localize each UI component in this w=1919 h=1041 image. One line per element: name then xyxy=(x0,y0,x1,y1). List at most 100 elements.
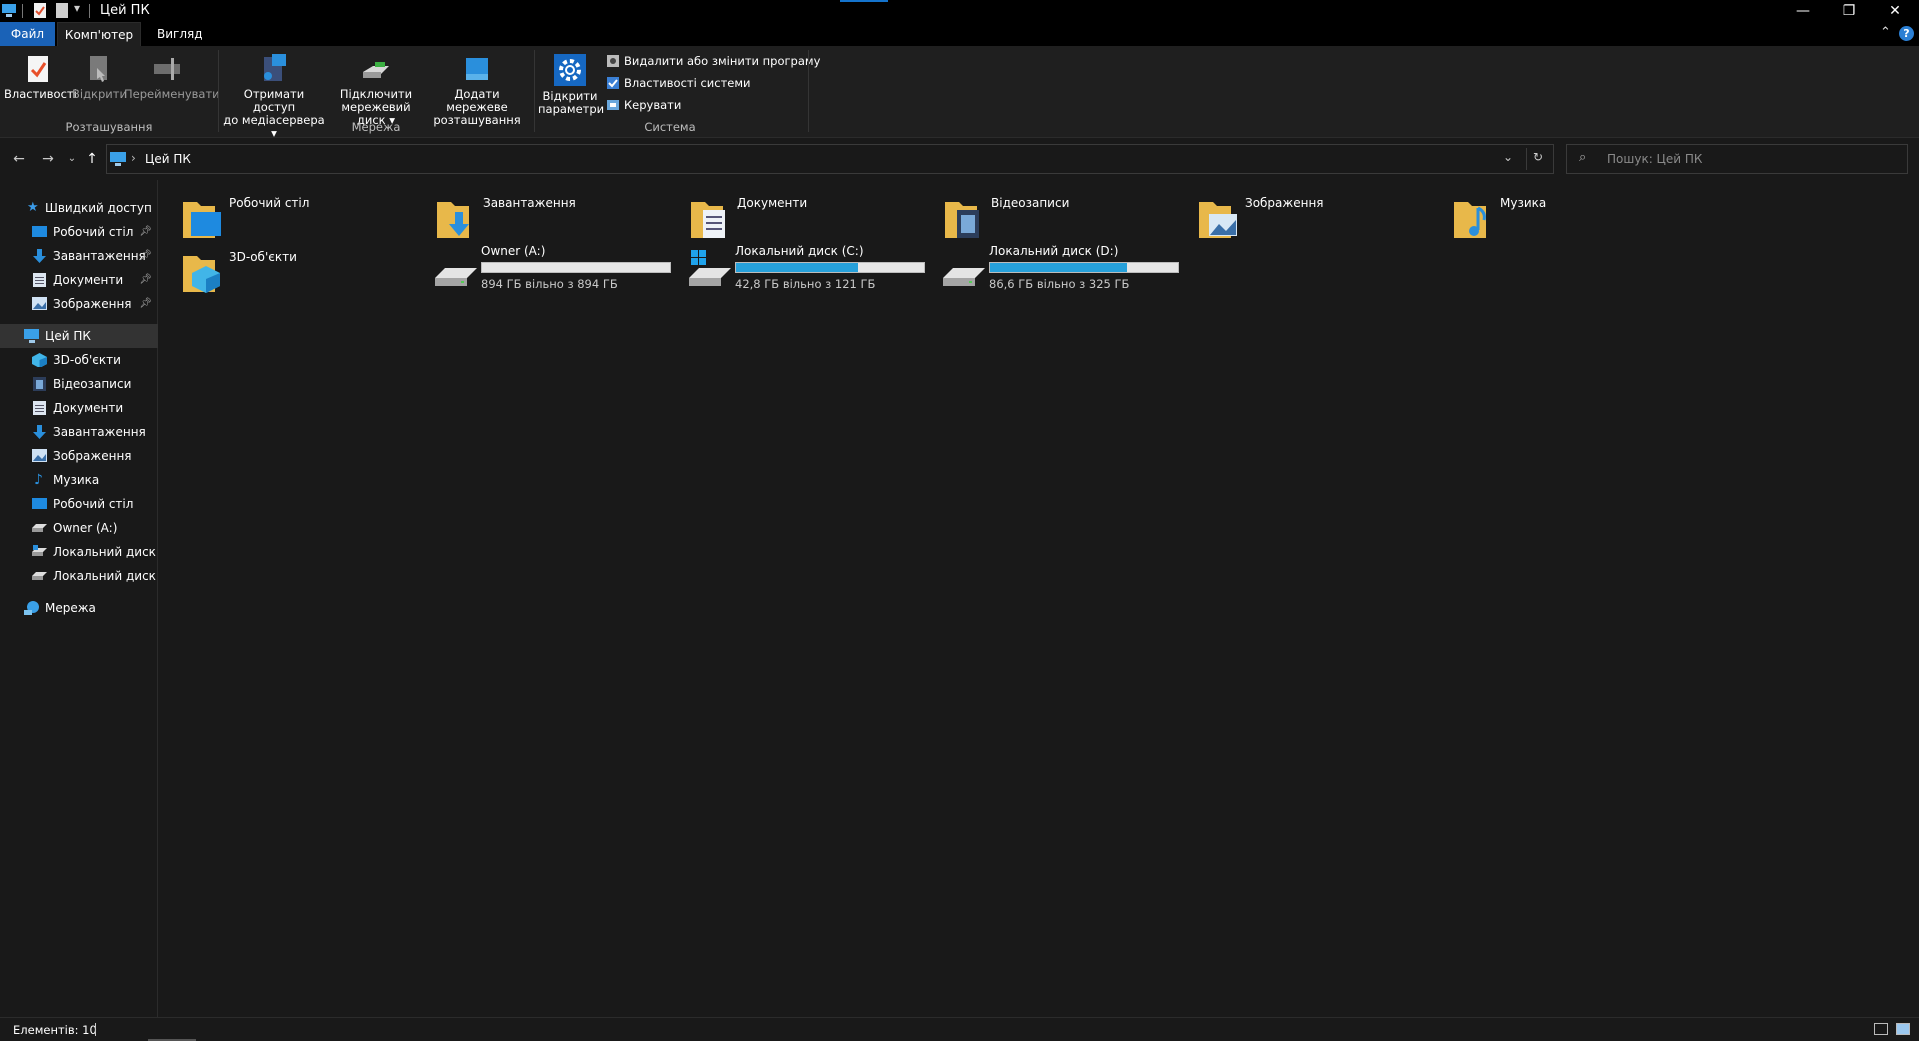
nav-pc-music[interactable]: ♪ Музика xyxy=(0,468,158,492)
open-icon xyxy=(90,56,107,82)
new-folder-quick-icon[interactable] xyxy=(56,3,70,18)
network-drive-icon xyxy=(363,62,389,78)
item-count: Елементів: 10 xyxy=(13,1023,97,1037)
rename-button[interactable]: Перейменувати xyxy=(124,54,220,101)
add-network-location-button[interactable]: Додати мережеве розташування xyxy=(426,54,528,127)
help-icon[interactable]: ? xyxy=(1899,26,1914,41)
pictures-folder-icon xyxy=(1199,202,1237,238)
drive-tile-d[interactable]: Локальний диск (D:) 86,6 ГБ вільно з 325… xyxy=(943,244,1187,294)
forward-arrow-icon[interactable]: → xyxy=(40,151,56,167)
rename-icon xyxy=(154,58,180,80)
folder-label: Документи xyxy=(737,196,808,210)
breadcrumb-this-pc[interactable]: Цей ПК xyxy=(145,152,191,166)
system-properties-command[interactable]: Властивості системи xyxy=(606,74,751,92)
manage-label: Керувати xyxy=(624,98,682,112)
drive-usage-bar xyxy=(735,262,925,273)
drive-icon xyxy=(32,524,47,532)
details-view-icon[interactable] xyxy=(1874,1023,1888,1035)
large-icons-view-icon[interactable] xyxy=(1896,1023,1910,1035)
3d-objects-icon xyxy=(32,353,47,367)
tab-view[interactable]: Вигляд xyxy=(145,22,215,46)
folder-tile-music[interactable]: Музика xyxy=(1454,190,1694,240)
drive-icon xyxy=(943,268,985,286)
open-label: Відкрити xyxy=(72,87,127,101)
pin-icon: 📌︎ xyxy=(139,226,152,237)
nav-pc-drive-c[interactable]: Локальний диск (C xyxy=(0,540,158,564)
nav-label: 3D-об'єкти xyxy=(53,353,121,367)
nav-quick-pictures[interactable]: Зображення 📌︎ xyxy=(0,292,158,316)
this-pc-icon xyxy=(24,329,39,343)
nav-label: Документи xyxy=(53,401,124,415)
nav-pc-videos[interactable]: Відеозаписи xyxy=(0,372,158,396)
navigation-pane: ★ Швидкий доступ Робочий стіл 📌︎ Заванта… xyxy=(0,180,158,1017)
qa-separator xyxy=(22,4,23,18)
rename-label: Перейменувати xyxy=(124,87,220,101)
close-button[interactable]: ✕ xyxy=(1872,0,1918,22)
customize-quick-access[interactable]: ▾ xyxy=(74,1,80,15)
nav-this-pc[interactable]: Цей ПК xyxy=(0,324,158,348)
nav-label: Зображення xyxy=(53,297,132,311)
folder-label: Робочий стіл xyxy=(229,196,310,210)
nav-pc-pictures[interactable]: Зображення xyxy=(0,444,158,468)
nav-label: Зображення xyxy=(53,449,132,463)
address-dropdown-icon[interactable]: ⌄ xyxy=(1503,150,1513,164)
properties-quick-icon[interactable] xyxy=(34,3,48,18)
nav-quick-desktop[interactable]: Робочий стіл 📌︎ xyxy=(0,220,158,244)
properties-button[interactable]: Властивості xyxy=(4,54,77,101)
drive-free-space: 86,6 ГБ вільно з 325 ГБ xyxy=(989,277,1130,291)
address-bar[interactable]: › Цей ПК ⌄ ↻ xyxy=(106,144,1554,174)
restore-button[interactable]: ❐ xyxy=(1826,0,1872,22)
nav-quick-access[interactable]: ★ Швидкий доступ xyxy=(0,196,158,220)
folder-tile-pictures[interactable]: Зображення xyxy=(1199,190,1439,240)
drive-free-space: 894 ГБ вільно з 894 ГБ xyxy=(481,277,618,291)
nav-pc-desktop[interactable]: Робочий стіл xyxy=(0,492,158,516)
tab-file[interactable]: Файл xyxy=(0,22,55,46)
manage-command[interactable]: Керувати xyxy=(606,96,681,114)
nav-pc-drive-d[interactable]: Локальний диск (D xyxy=(0,564,158,588)
nav-pc-documents[interactable]: Документи xyxy=(0,396,158,420)
nav-quick-downloads[interactable]: Завантаження 📌︎ xyxy=(0,244,158,268)
network-location-icon xyxy=(466,58,488,80)
uninstall-program-command[interactable]: Видалити або змінити програму xyxy=(606,52,820,70)
music-folder-icon xyxy=(1454,202,1486,238)
qa-separator xyxy=(89,4,90,18)
drive-free-space: 42,8 ГБ вільно з 121 ГБ xyxy=(735,277,876,291)
media-server-label-1: Отримати доступ xyxy=(243,87,305,114)
collapse-ribbon-icon[interactable]: ⌃ xyxy=(1880,25,1891,40)
nav-label: Завантаження xyxy=(53,425,146,439)
nav-label: Музика xyxy=(53,473,100,487)
folder-tile-desktop[interactable]: Робочий стіл xyxy=(183,190,423,240)
recent-locations-chevron-icon[interactable]: ⌄ xyxy=(64,151,80,167)
open-settings-button[interactable]: Відкрити параметри xyxy=(538,54,604,116)
nav-network[interactable]: Мережа xyxy=(0,596,158,620)
system-properties-label: Властивості системи xyxy=(624,76,751,90)
nav-quick-documents[interactable]: Документи 📌︎ xyxy=(0,268,158,292)
nav-pc-drive-a[interactable]: Owner (A:) xyxy=(0,516,158,540)
drive-tile-c[interactable]: Локальний диск (C:) 42,8 ГБ вільно з 121… xyxy=(689,244,933,294)
nav-quick-access-label: Швидкий доступ xyxy=(45,201,152,215)
folder-tile-3d-objects[interactable]: 3D-об'єкти xyxy=(183,244,423,294)
open-button[interactable]: Відкрити xyxy=(72,54,127,101)
folder-label: 3D-об'єкти xyxy=(229,250,297,264)
folder-tile-videos[interactable]: Відеозаписи xyxy=(945,190,1185,240)
downloads-icon xyxy=(33,249,46,263)
drive-icon xyxy=(435,268,477,286)
refresh-icon[interactable]: ↻ xyxy=(1533,150,1543,164)
folder-tile-documents[interactable]: Документи xyxy=(691,190,931,240)
drive-name: Локальний диск (C:) xyxy=(735,244,864,258)
uninstall-label: Видалити або змінити програму xyxy=(624,54,821,68)
nav-pc-3d-objects[interactable]: 3D-об'єкти xyxy=(0,348,158,372)
folder-tile-downloads[interactable]: Завантаження xyxy=(437,190,677,240)
drive-tile-a[interactable]: Owner (A:) 894 ГБ вільно з 894 ГБ xyxy=(435,244,679,294)
back-arrow-icon[interactable]: ← xyxy=(11,151,27,167)
tab-computer[interactable]: Комп'ютер xyxy=(57,22,141,46)
nav-label: Документи xyxy=(53,273,124,287)
up-arrow-icon[interactable]: ↑ xyxy=(84,151,100,167)
map-network-drive-button[interactable]: Підключити мережевий диск ▾ xyxy=(326,54,426,127)
videos-icon xyxy=(33,377,46,391)
search-box[interactable]: ⌕ Пошук: Цей ПК xyxy=(1566,144,1908,174)
group-label-system: Система xyxy=(644,120,696,134)
minimize-button[interactable]: — xyxy=(1780,0,1826,22)
nav-pc-downloads[interactable]: Завантаження xyxy=(0,420,158,444)
downloads-icon xyxy=(33,425,46,439)
